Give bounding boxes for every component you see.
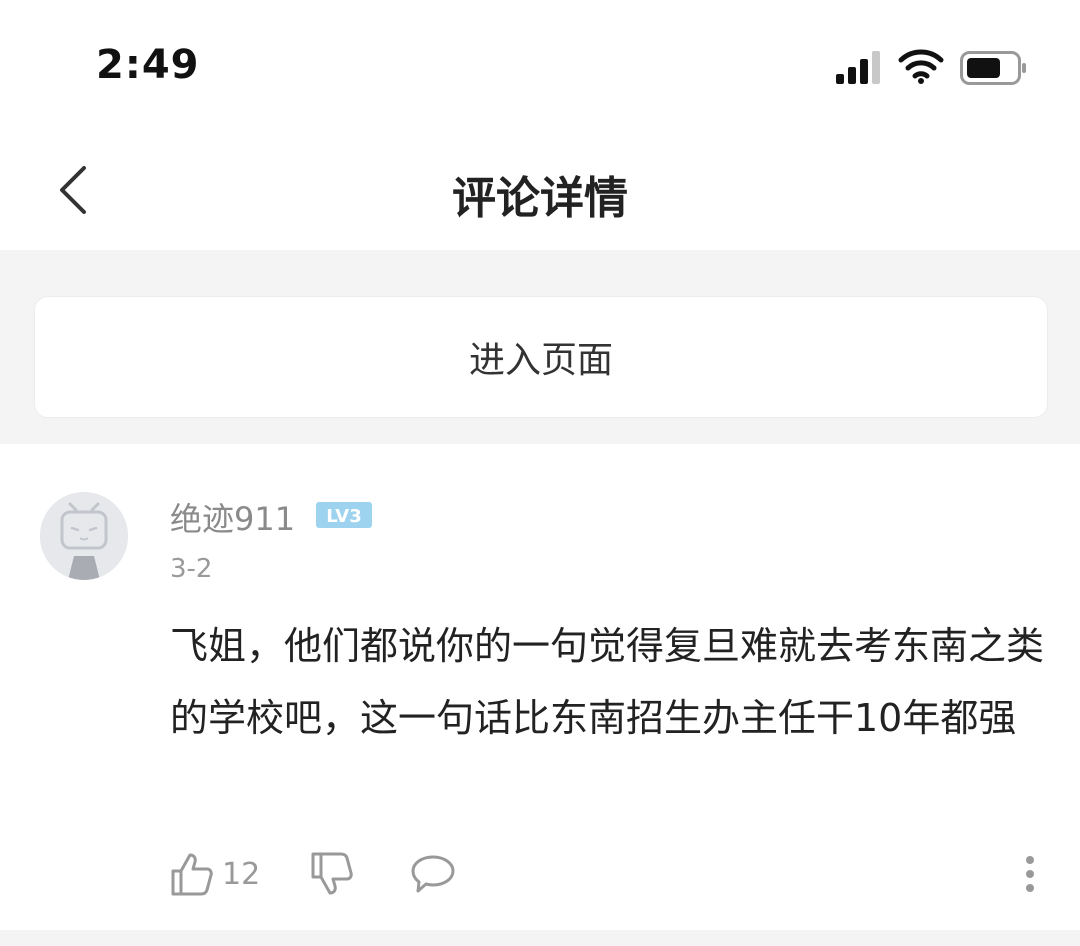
enter-page-section: 进入页面: [0, 250, 1080, 444]
like-count: 12: [222, 856, 261, 892]
more-icon: [1026, 856, 1034, 892]
svg-text:LV3: LV3: [326, 506, 361, 527]
page-title: 评论详情: [452, 173, 628, 224]
username[interactable]: 绝迹911: [170, 494, 295, 540]
reply-icon: [411, 855, 455, 893]
like-button[interactable]: 12: [170, 848, 260, 900]
comment-text: 飞姐，他们都说你的一句觉得复旦难就去考东南之类的学校吧，这一句话比东南招生办主任…: [170, 624, 1045, 740]
comment-actions: 12: [170, 848, 1050, 900]
avatar[interactable]: [40, 492, 128, 580]
nav-bar: 评论详情: [0, 130, 1080, 250]
tv-mascot-icon: [40, 492, 128, 580]
dislike-button[interactable]: [310, 848, 354, 900]
battery-icon: [960, 51, 1026, 85]
signal-icon: [836, 51, 880, 84]
comment-date: 3-2: [170, 554, 213, 584]
more-button[interactable]: [1016, 848, 1044, 900]
wifi-icon: [898, 49, 944, 84]
like-icon: [171, 853, 213, 896]
bottom-divider: [0, 930, 1080, 946]
reply-button[interactable]: [410, 848, 456, 900]
enter-page-button[interactable]: 进入页面: [34, 296, 1048, 418]
dislike-icon: [311, 852, 353, 895]
status-bar: 2:49: [0, 0, 1080, 130]
comment-card: 绝迹911 LV3 3-2 飞姐，他们都说你的一句觉得复旦难就去考东南之类的学校…: [0, 444, 1080, 930]
status-time: 2:49: [96, 42, 200, 88]
level-badge: LV3: [316, 502, 372, 528]
